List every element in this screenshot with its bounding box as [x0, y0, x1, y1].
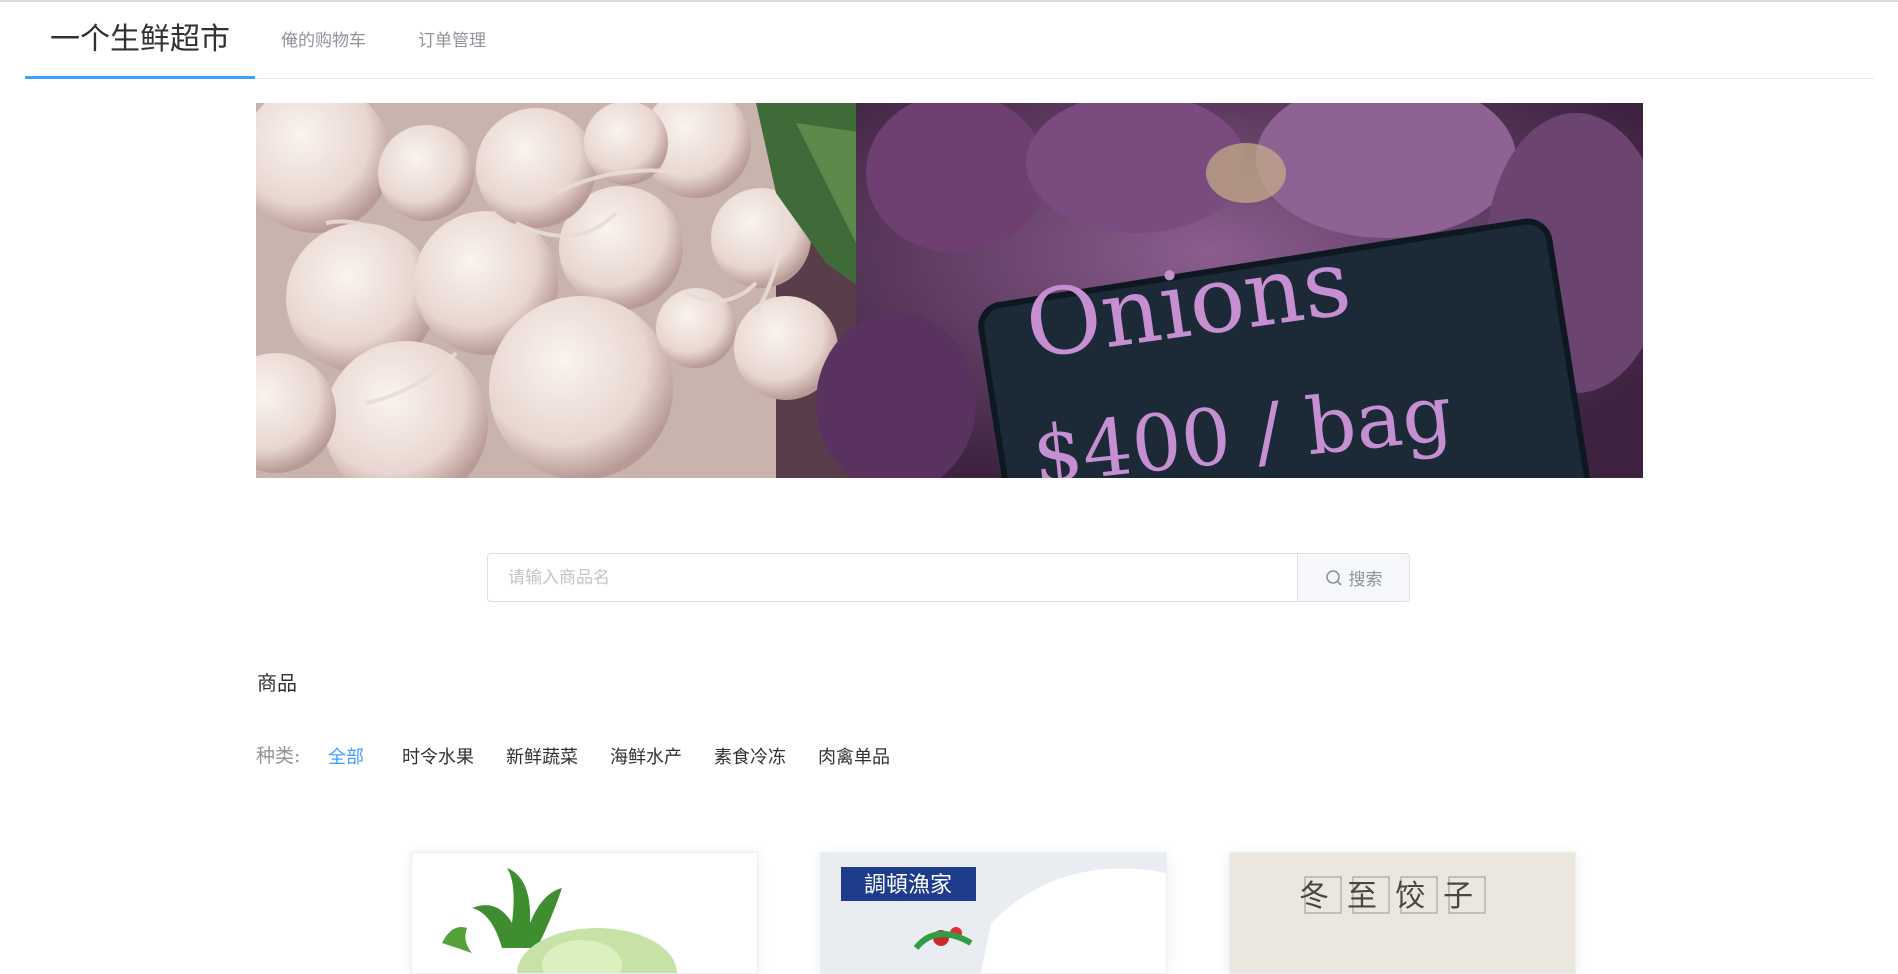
- nav-brand-home[interactable]: 一个生鲜超市: [25, 2, 255, 79]
- banner-image: Onions $400 / bag: [256, 103, 1643, 478]
- product-overlay-text: 調頓漁家: [864, 873, 952, 898]
- category-fresh-vegetables[interactable]: 新鲜蔬菜: [506, 743, 578, 769]
- product-image: 調頓漁家: [821, 853, 1166, 973]
- top-nav: 一个生鲜超市 俺的购物车 订单管理: [25, 2, 1874, 79]
- product-image: [412, 853, 757, 973]
- search-button-label: 搜索: [1348, 570, 1383, 590]
- search-bar: 搜索: [487, 553, 1410, 602]
- products-section-title: 商品: [257, 671, 297, 695]
- category-meat-poultry[interactable]: 肉禽单品: [818, 743, 890, 769]
- search-input[interactable]: [487, 553, 1297, 602]
- product-overlay-text: 冬至饺子: [1299, 879, 1491, 914]
- nav-item-orders[interactable]: 订单管理: [418, 2, 486, 77]
- nav-item-cart[interactable]: 俺的购物车: [281, 2, 366, 77]
- search-icon: [1325, 569, 1343, 587]
- search-button[interactable]: 搜索: [1297, 553, 1410, 602]
- category-frozen-vegetarian[interactable]: 素食冷冻: [714, 743, 786, 769]
- category-all[interactable]: 全部: [328, 743, 364, 769]
- product-card[interactable]: 調頓漁家: [820, 852, 1167, 974]
- product-image: 冬至饺子: [1230, 853, 1575, 973]
- product-card[interactable]: 冬至饺子: [1229, 852, 1576, 974]
- product-card[interactable]: [411, 852, 758, 974]
- category-label: 种类:: [256, 745, 301, 767]
- category-seasonal-fruit[interactable]: 时令水果: [402, 743, 474, 769]
- category-seafood[interactable]: 海鲜水产: [610, 743, 682, 769]
